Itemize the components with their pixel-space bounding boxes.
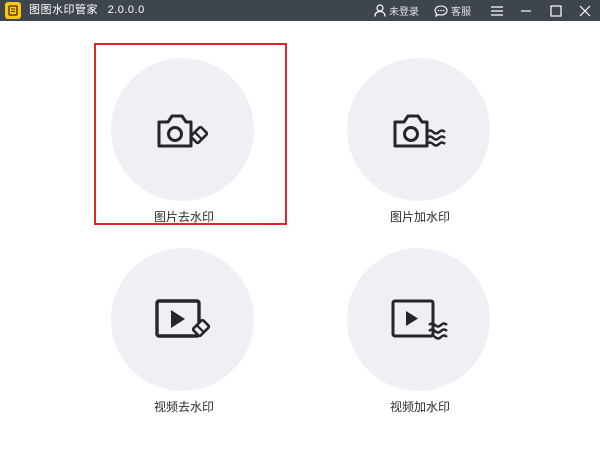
card-circle xyxy=(111,248,254,391)
menu-button[interactable] xyxy=(484,0,510,21)
app-name: 图图水印管家 xyxy=(29,4,98,16)
service-button[interactable]: 客服 xyxy=(434,2,471,19)
chat-icon xyxy=(434,4,448,17)
user-icon xyxy=(374,4,386,17)
selection-highlight xyxy=(94,43,287,225)
camera-wave-icon xyxy=(393,114,446,147)
card-image-add-watermark[interactable]: 图片加水印 xyxy=(330,58,510,238)
minimize-icon xyxy=(521,9,531,12)
close-icon xyxy=(579,5,591,16)
app-version: 2.0.0.0 xyxy=(107,4,145,16)
card-circle xyxy=(347,248,490,391)
card-video-remove-watermark[interactable]: 视频去水印 xyxy=(94,248,274,428)
card-label: 视频加水印 xyxy=(389,400,450,414)
app-logo-icon xyxy=(5,2,21,19)
login-label: 未登录 xyxy=(389,7,419,18)
title-bar: 图图水印管家 2.0.0.0 未登录 客服 xyxy=(0,0,600,21)
minimize-button[interactable] xyxy=(513,0,539,21)
card-label: 图片加水印 xyxy=(389,210,450,224)
card-circle xyxy=(347,58,490,201)
menu-icon xyxy=(491,5,503,16)
maximize-button[interactable] xyxy=(543,0,569,21)
video-wave-icon xyxy=(391,299,448,340)
service-label: 客服 xyxy=(451,7,471,18)
video-eraser-icon xyxy=(154,298,210,338)
app-title: 图图水印管家 2.0.0.0 xyxy=(29,3,145,17)
close-button[interactable] xyxy=(572,0,598,21)
card-video-add-watermark[interactable]: 视频加水印 xyxy=(330,248,510,428)
login-button[interactable]: 未登录 xyxy=(374,2,419,19)
card-label: 视频去水印 xyxy=(153,400,214,414)
maximize-icon xyxy=(550,4,562,17)
